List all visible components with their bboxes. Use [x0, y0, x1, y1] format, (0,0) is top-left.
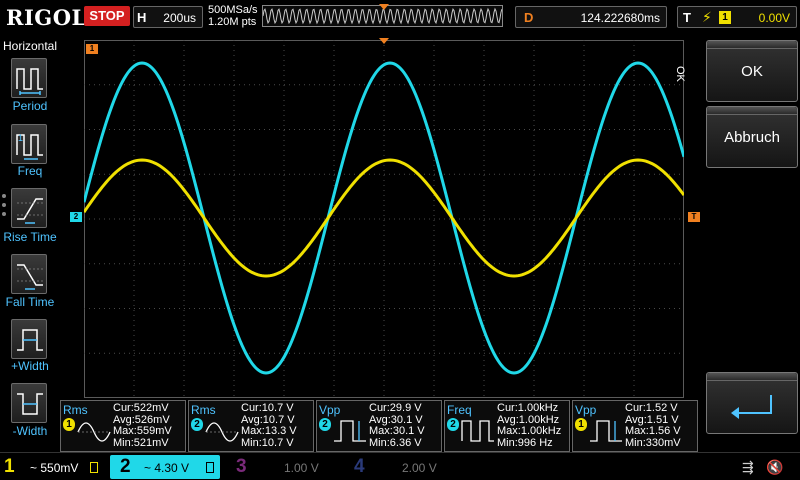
rms-icon: [77, 422, 111, 442]
ch1-coupling-icon: [90, 462, 98, 473]
menu-vertical-label: OK: [674, 66, 686, 82]
period-label: Period: [12, 99, 48, 113]
measurement-values: Cur:1.00kHz Avg:1.00kHz Max:1.00kHz Min:…: [497, 402, 562, 449]
enter-arrow-icon: [731, 395, 772, 419]
ch1-number: 1: [4, 456, 15, 477]
channel-badge: 1: [575, 418, 587, 431]
ch2-tab[interactable]: 2 ~ 4.30 V: [110, 455, 220, 479]
speaker-muted-icon: 🔇: [766, 459, 784, 475]
pos-width-icon: [17, 329, 43, 351]
usb-icon: ⇶: [742, 459, 754, 475]
trigger-level: 0.00V: [758, 11, 790, 25]
rise-time-button[interactable]: [11, 188, 47, 228]
run-stop-status[interactable]: STOP: [84, 6, 130, 26]
cancel-button[interactable]: Abbruch: [706, 106, 798, 168]
trigger-level-marker[interactable]: T: [688, 212, 700, 222]
ch2-coupling-icon: [206, 462, 214, 473]
rigol-logo: RIGOL: [6, 5, 87, 30]
measurement-rms-ch1[interactable]: Rms 1 Cur:522mV Avg:526mV Max:559mV Min:…: [60, 400, 186, 452]
memory-depth: 1.20M pts: [208, 16, 257, 28]
delay-box[interactable]: D 124.222680ms: [515, 6, 667, 28]
measurement-vpp-ch2[interactable]: Vpp 2 Cur:29.9 V Avg:30.1 V Max:30.1 V M…: [316, 400, 442, 452]
ch1-scale: ~ 550mV: [30, 461, 79, 475]
timebase-value: 200us: [163, 11, 196, 25]
trigger-source-badge: 1: [719, 11, 731, 24]
scroll-indicator: [2, 194, 8, 221]
measure-sidebar: Horizontal Period 1 Freq Rise Time Fall …: [0, 36, 60, 452]
ch4-number: 4: [354, 456, 365, 477]
measurement-freq-ch2[interactable]: Freq 2 Cur:1.00kHz Avg:1.00kHz Max:1.00k…: [444, 400, 570, 452]
sidebar-title: Horizontal: [3, 39, 58, 53]
delay-label: D: [524, 10, 534, 25]
top-status-bar: RIGOL STOP H 200us 500MSa/s 1.20M pts D …: [0, 0, 800, 36]
ch2-waveform: [84, 61, 684, 375]
rising-edge-icon: ⚡: [702, 9, 712, 25]
trigger-box[interactable]: T ⚡ 1 0.00V: [677, 6, 797, 28]
rise-time-icon: [17, 198, 43, 224]
measurement-vpp-ch1[interactable]: Vpp 1 Cur:1.52 V Avg:1.51 V Max:1.56 V M…: [572, 400, 698, 452]
measurement-name: Rms: [191, 403, 216, 417]
waveform-grid: [84, 40, 684, 398]
neg-width-icon: [17, 393, 43, 415]
freq-button[interactable]: 1: [11, 124, 47, 164]
freq-label: Freq: [17, 164, 43, 178]
measurement-values: Cur:522mV Avg:526mV Max:559mV Min:521mV: [113, 402, 172, 449]
sample-rate: 500MSa/s: [208, 4, 258, 16]
freq-icon: [461, 420, 494, 442]
acquisition-info: 500MSa/s 1.20M pts: [208, 4, 258, 28]
vpp-icon: [590, 420, 622, 442]
pos-width-button[interactable]: [11, 319, 47, 359]
trigger-time-marker: [379, 38, 389, 44]
ch3-scale: 1.00 V: [284, 461, 319, 475]
ch2-offset-marker[interactable]: 2: [70, 212, 82, 222]
delay-value: 124.222680ms: [580, 11, 660, 25]
rms-icon: [205, 422, 239, 442]
channel-badge: 1: [63, 418, 75, 431]
trigger-position-marker: [379, 4, 389, 10]
ch3-tab[interactable]: 3 1.00 V: [232, 455, 342, 479]
fall-time-icon: [17, 264, 43, 290]
fall-time-button[interactable]: [11, 254, 47, 294]
measurement-name: Vpp: [575, 403, 597, 417]
ch1-waveform: [84, 158, 684, 278]
ch3-number: 3: [236, 456, 247, 477]
horizontal-label: H: [137, 10, 147, 25]
waveform-display[interactable]: [84, 40, 684, 398]
ch4-scale: 2.00 V: [402, 461, 437, 475]
measurement-name: Freq: [447, 403, 472, 417]
neg-width-button[interactable]: [11, 383, 47, 423]
measurement-name: Rms: [63, 403, 88, 417]
trigger-label: T: [683, 10, 691, 25]
ch1-tab[interactable]: 1 ~ 550mV: [0, 455, 108, 479]
enter-button[interactable]: [706, 372, 798, 434]
period-button[interactable]: [11, 58, 47, 98]
neg-width-label: -Width: [12, 424, 48, 438]
period-icon: [16, 68, 43, 95]
measurement-values: Cur:10.7 V Avg:10.7 V Max:13.3 V Min:10.…: [241, 402, 297, 449]
ch4-tab[interactable]: 4 2.00 V: [350, 455, 460, 479]
ch1-offset-marker[interactable]: 1: [86, 44, 98, 54]
pos-width-label: +Width: [11, 359, 49, 373]
channel-badge: 2: [447, 418, 459, 431]
measurement-rms-ch2[interactable]: Rms 2 Cur:10.7 V Avg:10.7 V Max:13.3 V M…: [188, 400, 314, 452]
timebase-box[interactable]: H 200us: [133, 6, 203, 28]
right-softkey-menu: OK Abbruch: [703, 38, 800, 448]
svg-text:1: 1: [18, 133, 23, 143]
vpp-icon: [334, 420, 366, 442]
freq-icon: 1: [16, 133, 43, 160]
ch2-scale: ~ 4.30 V: [144, 461, 190, 475]
ok-button[interactable]: OK: [706, 40, 798, 102]
fall-time-label: Fall Time: [5, 295, 55, 309]
memory-overview-strip[interactable]: [262, 4, 503, 27]
channel-badge: 2: [191, 418, 203, 431]
measurement-values: Cur:1.52 V Avg:1.51 V Max:1.56 V Min:330…: [625, 402, 681, 449]
ch2-number: 2: [120, 456, 131, 477]
channel-badge: 2: [319, 418, 331, 431]
channel-status-bar: 1 ~ 550mV 2 ~ 4.30 V 3 1.00 V 4 2.00 V ⇶…: [0, 452, 800, 480]
measurement-name: Vpp: [319, 403, 341, 417]
measurement-values: Cur:29.9 V Avg:30.1 V Max:30.1 V Min:6.3…: [369, 402, 425, 449]
rise-time-label: Rise Time: [3, 230, 57, 244]
